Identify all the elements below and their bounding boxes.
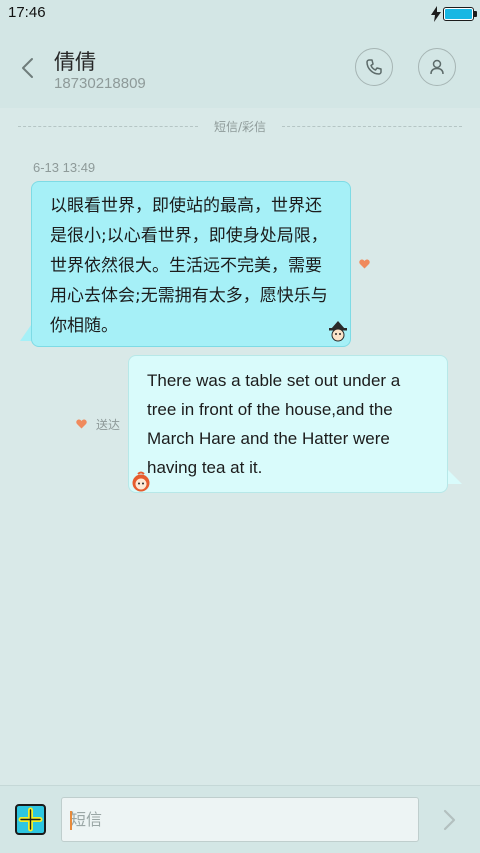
contact-number: 18730218809	[54, 75, 146, 92]
message-line: 你相随。	[50, 316, 118, 336]
battery-fill	[445, 9, 472, 19]
composer-bar	[0, 785, 480, 853]
message-type-divider: 短信/彩信	[213, 120, 267, 134]
cartoon-avatar-icon	[132, 471, 150, 492]
message-line: 以眼看世界，即使站的最高，世界还	[50, 196, 322, 216]
contact-profile-button[interactable]	[418, 48, 456, 86]
battery-tip	[474, 11, 477, 17]
message-timestamp: 6-13 13:49	[33, 160, 96, 175]
message-list[interactable]: 短信/彩信 6-13 13:49 以眼看世界，即使站的最高，世界还 是很小;以心…	[0, 108, 480, 785]
message-line: There was a table set out under a	[147, 371, 401, 390]
contact-name: 倩倩	[54, 50, 96, 74]
delivery-status: 送达	[96, 418, 121, 432]
conversation-header: 倩倩 18730218809	[0, 28, 480, 108]
message-line: 世界依然很大。生活远不完美，需要	[50, 256, 322, 276]
message-input[interactable]	[61, 797, 419, 842]
call-button[interactable]	[355, 48, 393, 86]
phone-icon	[366, 59, 382, 75]
send-button[interactable]	[438, 807, 460, 833]
add-attachment-button[interactable]	[15, 804, 46, 835]
charging-bolt-icon	[431, 6, 441, 22]
heart-icon	[76, 419, 87, 429]
message-line: 用心去体会;无需拥有太多，愿快乐与	[50, 286, 328, 306]
status-bar: 17:46	[0, 0, 480, 28]
battery-icon	[443, 7, 474, 21]
plus-icon	[18, 807, 43, 832]
divider-line-right	[282, 126, 462, 127]
message-line: tree in front of the house,and the	[147, 400, 393, 419]
heart-icon	[359, 259, 370, 269]
status-time: 17:46	[8, 4, 46, 21]
cartoon-witch-icon	[329, 321, 347, 342]
message-line: 是很小;以心看世界，即使身处局限，	[50, 226, 328, 246]
person-icon	[430, 59, 444, 75]
text-caret	[70, 811, 72, 830]
back-button[interactable]	[14, 54, 42, 82]
message-line: March Hare and the Hatter were	[147, 429, 390, 448]
message-line: having tea at it.	[147, 458, 263, 477]
divider-line-left	[18, 126, 198, 127]
incoming-message-bubble[interactable]: 以眼看世界，即使站的最高，世界还 是很小;以心看世界，即使身处局限， 世界依然很…	[31, 181, 351, 347]
outgoing-message-bubble[interactable]: There was a table set out under a tree i…	[128, 355, 448, 493]
